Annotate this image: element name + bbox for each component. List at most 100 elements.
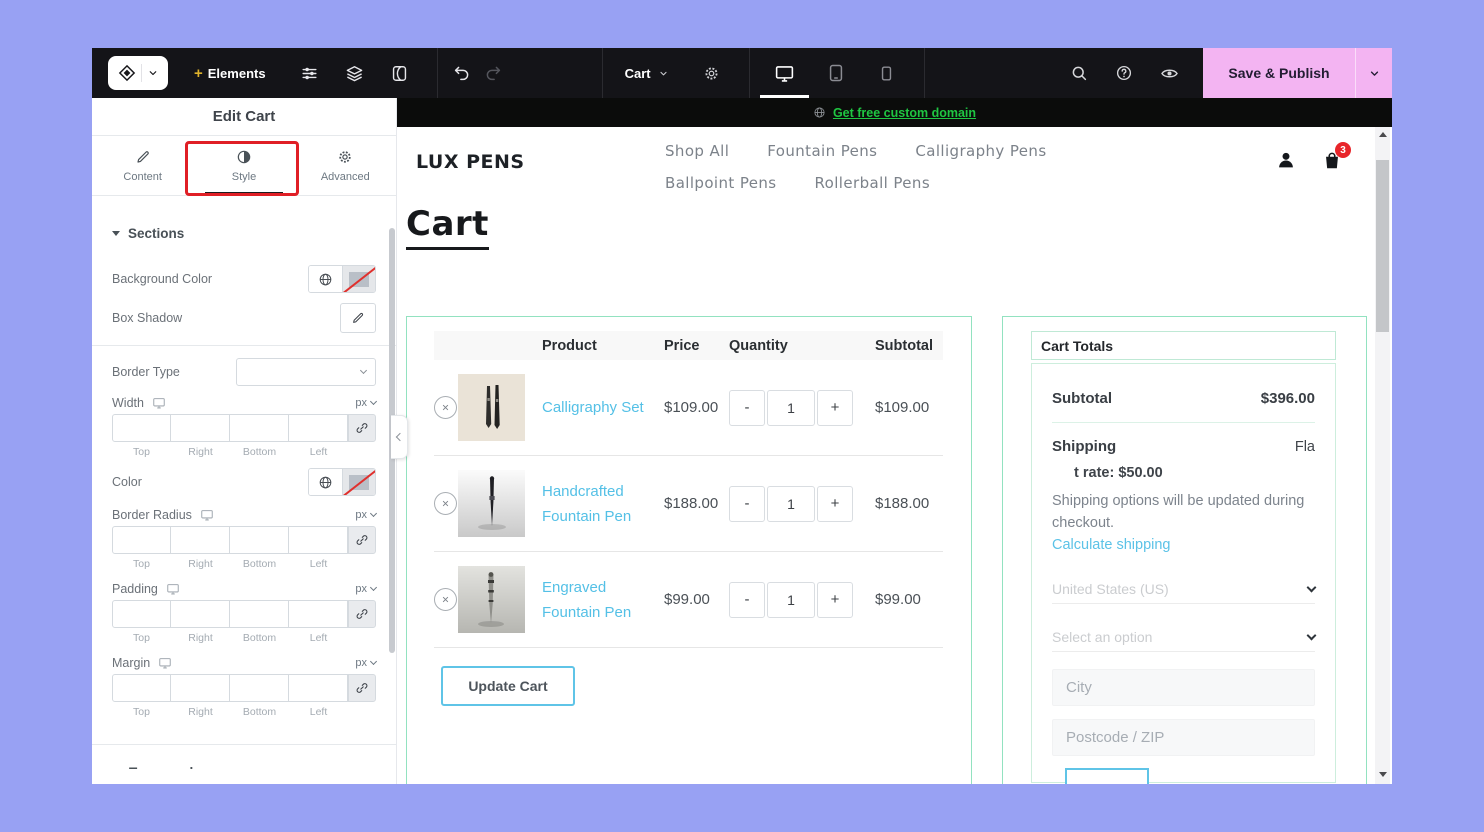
quantity-increase-button[interactable]: +	[817, 390, 853, 426]
remove-item-icon[interactable]	[434, 396, 457, 419]
padding-bottom-input[interactable]	[230, 600, 289, 628]
search-icon[interactable]	[1070, 64, 1088, 82]
product-name-link[interactable]: Calligraphy Set	[542, 395, 664, 420]
padding-top-input[interactable]	[112, 600, 171, 628]
width-right-input[interactable]	[171, 414, 230, 442]
postcode-input[interactable]	[1052, 719, 1315, 756]
link-values-icon[interactable]	[348, 674, 376, 702]
scrollbar-thumb[interactable]	[1376, 160, 1389, 332]
accordion-next-section[interactable]: Typography	[112, 765, 376, 769]
save-publish-button[interactable]: Save & Publish	[1203, 48, 1355, 98]
remove-item-icon[interactable]	[434, 492, 457, 515]
radius-bottom-input[interactable]	[230, 526, 289, 554]
tab-content[interactable]: Content	[92, 136, 193, 195]
background-color-swatch-empty[interactable]	[342, 266, 375, 292]
panel-collapse-handle[interactable]	[391, 415, 408, 459]
link-values-icon[interactable]	[348, 526, 376, 554]
margin-left-input[interactable]	[289, 674, 348, 702]
quantity-increase-button[interactable]: +	[817, 582, 853, 618]
scroll-up-arrow[interactable]	[1375, 128, 1390, 141]
padding-left-input[interactable]	[289, 600, 348, 628]
get-free-domain-link[interactable]: Get free custom domain	[833, 106, 976, 120]
quantity-decrease-button[interactable]: -	[729, 486, 765, 522]
update-cart-button[interactable]: Update Cart	[441, 666, 575, 706]
account-person-icon[interactable]	[1275, 149, 1297, 171]
margin-bottom-input[interactable]	[230, 674, 289, 702]
link-values-icon[interactable]	[348, 414, 376, 442]
responsive-monitor-icon[interactable]	[166, 582, 180, 596]
width-unit-select[interactable]: px	[355, 397, 376, 409]
undo-icon[interactable]	[453, 64, 471, 82]
product-name-link[interactable]: Engraved Fountain Pen	[542, 575, 664, 625]
width-top-input[interactable]	[112, 414, 171, 442]
preview-eye-icon[interactable]	[1160, 64, 1179, 83]
state-select[interactable]: Select an option	[1052, 622, 1315, 652]
width-bottom-input[interactable]	[230, 414, 289, 442]
country-select[interactable]: United States (US)	[1052, 574, 1315, 604]
box-shadow-edit-pencil-icon[interactable]	[340, 303, 376, 333]
page-selector-dropdown[interactable]: Cart	[625, 66, 669, 81]
nav-link-fountain-pens[interactable]: Fountain Pens	[767, 142, 877, 160]
margin-unit-select[interactable]: px	[355, 657, 376, 669]
add-elements-label: Elements	[208, 66, 266, 81]
save-options-chevron[interactable]	[1355, 48, 1392, 98]
responsive-monitor-icon[interactable]	[158, 656, 172, 670]
border-type-select[interactable]	[236, 358, 376, 386]
scroll-down-arrow[interactable]	[1375, 768, 1390, 781]
device-desktop-button[interactable]	[774, 63, 795, 84]
row-divider	[434, 647, 943, 648]
quantity-decrease-button[interactable]: -	[729, 582, 765, 618]
quantity-decrease-button[interactable]: -	[729, 390, 765, 426]
margin-top-input[interactable]	[112, 674, 171, 702]
border-color-swatch-empty[interactable]	[342, 469, 375, 495]
nav-link-rollerball-pens[interactable]: Rollerball Pens	[815, 174, 931, 192]
nav-link-ballpoint-pens[interactable]: Ballpoint Pens	[665, 174, 777, 192]
page-settings-gear-icon[interactable]	[703, 65, 720, 82]
nav-link-shop-all[interactable]: Shop All	[665, 142, 729, 160]
product-name-link[interactable]: Handcrafted Fountain Pen	[542, 479, 664, 529]
padding-unit-select[interactable]: px	[355, 583, 376, 595]
chevron-down-icon	[370, 658, 377, 665]
radius-left-input[interactable]	[289, 526, 348, 554]
city-input[interactable]	[1052, 669, 1315, 706]
quantity-input[interactable]	[767, 390, 815, 426]
tab-style[interactable]: Style	[193, 136, 294, 195]
cart-bag-icon[interactable]: 3	[1321, 149, 1343, 171]
width-left-input[interactable]	[289, 414, 348, 442]
help-icon[interactable]	[1115, 64, 1133, 82]
quantity-input[interactable]	[767, 486, 815, 522]
shipping-method-fragment-2: t rate: $50.00	[1074, 465, 1315, 481]
padding-right-input[interactable]	[171, 600, 230, 628]
editor-toolbar: + Elements Cart Save & Publish	[92, 48, 1392, 98]
radius-top-input[interactable]	[112, 526, 171, 554]
dim-label-left: Left	[289, 446, 348, 458]
accordion-sections[interactable]: Sections	[112, 226, 376, 241]
nav-link-calligraphy-pens[interactable]: Calligraphy Pens	[915, 142, 1046, 160]
redo-icon[interactable]	[484, 64, 502, 82]
site-settings-sliders-icon[interactable]	[300, 64, 319, 83]
responsive-monitor-icon[interactable]	[200, 508, 214, 522]
cart-totals-title: Cart Totals	[1031, 331, 1336, 360]
site-logo[interactable]: LUX PENS	[416, 151, 525, 173]
device-mobile-button[interactable]	[877, 64, 896, 83]
update-shipping-button-clipped[interactable]	[1065, 768, 1149, 784]
theme-style-icon[interactable]	[390, 64, 409, 83]
calculate-shipping-link[interactable]: Calculate shipping	[1052, 537, 1315, 553]
global-color-globe-icon[interactable]	[309, 266, 342, 292]
dim-label-left: Left	[289, 706, 348, 718]
radius-right-input[interactable]	[171, 526, 230, 554]
tab-advanced[interactable]: Advanced	[295, 136, 396, 195]
preview-scrollbar[interactable]	[1375, 127, 1390, 784]
global-color-globe-icon[interactable]	[309, 469, 342, 495]
responsive-monitor-icon[interactable]	[152, 396, 166, 410]
border-radius-unit-select[interactable]: px	[355, 509, 376, 521]
quantity-input[interactable]	[767, 582, 815, 618]
navigator-layers-icon[interactable]	[345, 64, 364, 83]
add-elements-button[interactable]: + Elements	[194, 65, 266, 82]
quantity-increase-button[interactable]: +	[817, 486, 853, 522]
device-tablet-button[interactable]	[826, 63, 846, 83]
remove-item-icon[interactable]	[434, 588, 457, 611]
elementor-logo-menu[interactable]	[108, 56, 168, 90]
margin-right-input[interactable]	[171, 674, 230, 702]
link-values-icon[interactable]	[348, 600, 376, 628]
